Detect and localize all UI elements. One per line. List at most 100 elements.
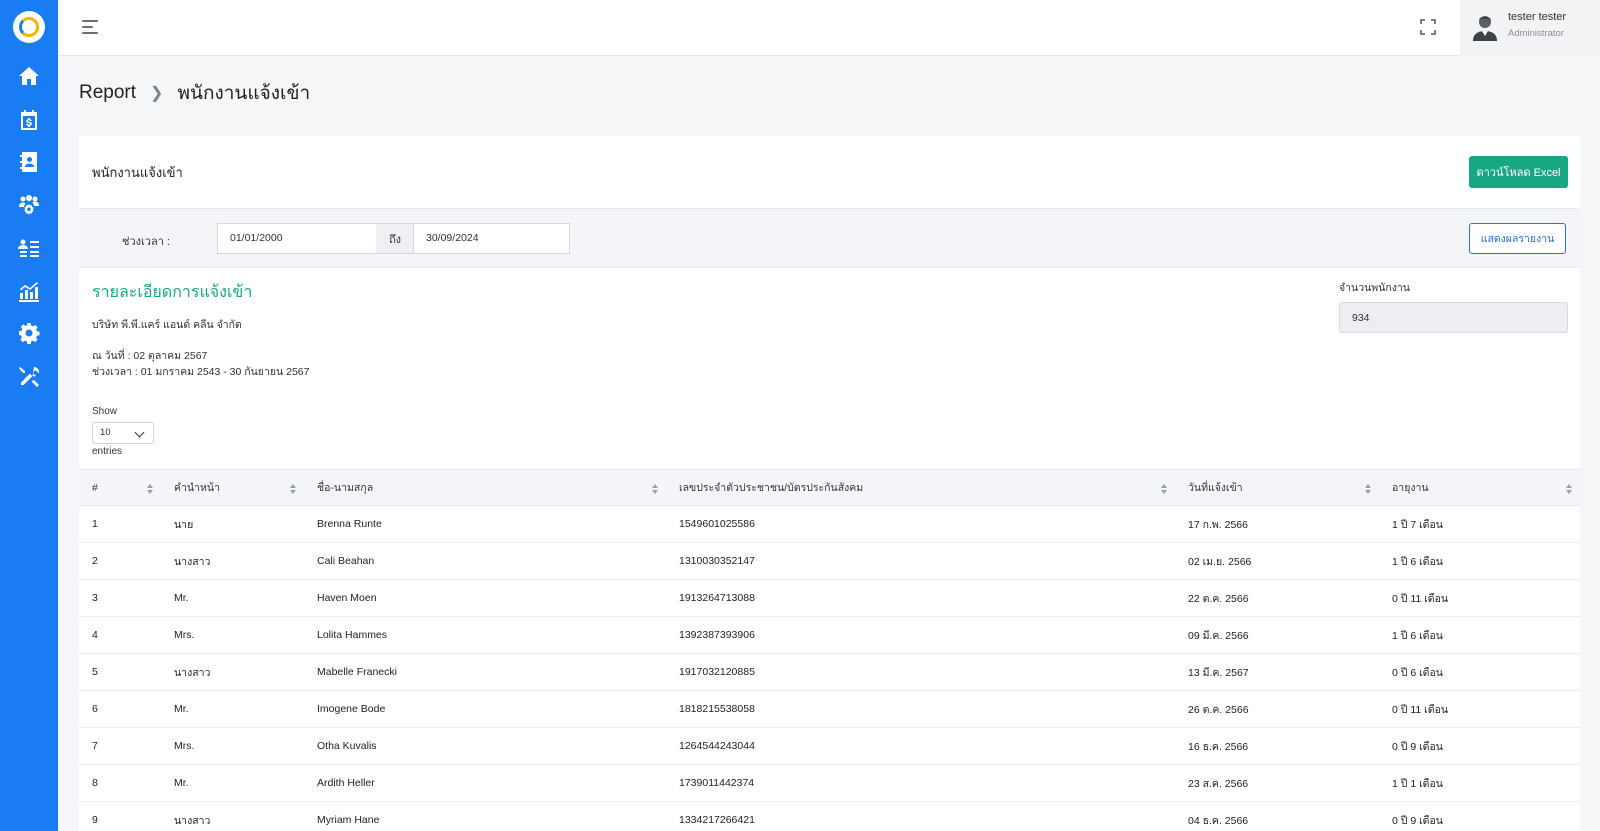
report-card: พนักงานแจ้งเข้า ดาวน์โหลด Excel ช่วงเวลา…: [79, 136, 1580, 831]
sort-icon: [1365, 484, 1371, 494]
cell-tenure: 0 ปี 9 เดือน: [1379, 801, 1580, 831]
column-header-label: วันที่แจ้งเข้า: [1188, 482, 1243, 494]
employee-count-field: 934: [1339, 302, 1568, 333]
cell-join-date: 09 มี.ค. 2566: [1175, 616, 1379, 654]
cell-number: 6: [79, 690, 161, 728]
cell-fullname: Imogene Bode: [304, 690, 666, 728]
cell-tenure: 0 ปี 11 เดือน: [1379, 579, 1580, 617]
tools-icon[interactable]: [17, 365, 41, 389]
cell-join-date: 02 เม.ย. 2566: [1175, 542, 1379, 580]
cell-prefix: นางสาว: [161, 801, 304, 831]
cell-id-number: 1264544243044: [666, 727, 1175, 765]
table-row[interactable]: 6 Mr. Imogene Bode 1818215538058 26 ต.ค. 256…: [79, 690, 1580, 728]
cell-tenure: 0 ปี 9 เดือน: [1379, 727, 1580, 765]
cell-fullname: Mabelle Franecki: [304, 653, 666, 691]
entries-label: entries: [92, 446, 123, 457]
date-from-input[interactable]: 01/01/2000: [217, 223, 377, 254]
cell-number: 9: [79, 801, 161, 831]
cell-number: 4: [79, 616, 161, 654]
user-menu[interactable]: tester tester Administrator: [1460, 0, 1600, 56]
column-header-label: #: [92, 481, 98, 494]
table-row[interactable]: 4 Mrs. Lolita Hammes 1392387393906 09 มี.ค. …: [79, 616, 1580, 654]
chevron-down-icon: [134, 427, 145, 438]
settings-gear-icon[interactable]: [17, 321, 41, 345]
cell-prefix: นาย: [161, 505, 304, 543]
table-row[interactable]: 3 Mr. Haven Moen 1913264713088 22 ต.ค. 2566 0…: [79, 579, 1580, 617]
table-row[interactable]: 8 Mr. Ardith Heller 1739011442374 23 ส.ค. 25…: [79, 764, 1580, 802]
report-chart-icon[interactable]: [17, 279, 41, 303]
cell-join-date: 22 ต.ค. 2566: [1175, 579, 1379, 617]
to-label: ถึง: [376, 223, 414, 254]
cell-id-number: 1913264713088: [666, 579, 1175, 617]
user-role: Administrator: [1508, 28, 1564, 39]
page-size-value: 10: [100, 427, 111, 438]
column-header-label: คำนำหน้า: [174, 482, 220, 494]
sidebar: [0, 0, 58, 831]
cell-tenure: 0 ปี 11 เดือน: [1379, 690, 1580, 728]
column-header-fullname[interactable]: ชื่อ-นามสกุล: [304, 469, 666, 506]
card-title: พนักงานแจ้งเข้า: [92, 165, 183, 180]
cell-id-number: 1917032120885: [666, 653, 1175, 691]
cell-join-date: 17 ก.พ. 2566: [1175, 505, 1379, 543]
cell-id-number: 1818215538058: [666, 690, 1175, 728]
cell-fullname: Otha Kuvalis: [304, 727, 666, 765]
table-row[interactable]: 2 นางสาว Cali Beahan 1310030352147 02 เม.ย. …: [79, 542, 1580, 580]
user-name: tester tester: [1508, 11, 1567, 23]
download-excel-button[interactable]: ดาวน์โหลด Excel: [1469, 156, 1568, 188]
table-row[interactable]: 9 นางสาว Myriam Hane 1334217266421 04 ธ.ค. 2…: [79, 801, 1580, 831]
table-row[interactable]: 7 Mrs. Otha Kuvalis 1264544243044 16 ธ.ค. 25…: [79, 727, 1580, 765]
column-header-prefix[interactable]: คำนำหน้า: [161, 469, 304, 506]
app-logo[interactable]: [13, 11, 45, 43]
cell-fullname: Haven Moen: [304, 579, 666, 617]
cell-number: 5: [79, 653, 161, 691]
period-label: ช่วงเวลา :: [122, 236, 170, 248]
column-header-number[interactable]: #: [79, 469, 161, 506]
cell-prefix: Mrs.: [161, 727, 304, 765]
column-header-label: อายุงาน: [1392, 482, 1429, 494]
table-body: 1 นาย Brenna Runte 1549601025586 17 ก.พ. 256…: [79, 505, 1580, 831]
breadcrumb-report[interactable]: Report: [79, 82, 136, 104]
cell-fullname: Cali Beahan: [304, 542, 666, 580]
cell-prefix: Mr.: [161, 764, 304, 802]
cell-prefix: นางสาว: [161, 542, 304, 580]
sort-icon: [147, 484, 153, 494]
cell-join-date: 04 ธ.ค. 2566: [1175, 801, 1379, 831]
contact-book-icon[interactable]: [17, 150, 41, 174]
calendar-money-icon[interactable]: [17, 108, 41, 132]
date-to-input[interactable]: 30/09/2024: [413, 223, 570, 254]
sort-icon: [1161, 484, 1167, 494]
column-header-join-date[interactable]: วันที่แจ้งเข้า: [1175, 469, 1379, 506]
table-row[interactable]: 1 นาย Brenna Runte 1549601025586 17 ก.พ. 256…: [79, 505, 1580, 543]
cell-join-date: 16 ธ.ค. 2566: [1175, 727, 1379, 765]
employee-list-icon[interactable]: [17, 236, 41, 260]
cell-prefix: Mr.: [161, 690, 304, 728]
team-gear-icon[interactable]: [17, 193, 41, 217]
fullscreen-icon[interactable]: [1420, 19, 1436, 35]
cell-id-number: 1392387393906: [666, 616, 1175, 654]
cell-prefix: Mrs.: [161, 616, 304, 654]
cell-number: 3: [79, 579, 161, 617]
column-header-tenure[interactable]: อายุงาน: [1379, 469, 1580, 506]
column-header-id-number[interactable]: เลขประจำตัวประชาชน/บัตรประกันสังคม: [666, 469, 1175, 506]
logo-mark: [19, 17, 39, 37]
page-size-select[interactable]: 10: [92, 422, 154, 444]
table-row[interactable]: 5 นางสาว Mabelle Franecki 1917032120885 13 ม…: [79, 653, 1580, 691]
cell-fullname: Brenna Runte: [304, 505, 666, 543]
show-report-button[interactable]: แสดงผลรายงาน: [1469, 223, 1566, 254]
breadcrumb: Report ❯ พนักงานแจ้งเข้า: [79, 78, 310, 108]
as-of-date: ณ วันที่ : 02 ตุลาคม 2567: [92, 350, 208, 362]
cell-id-number: 1739011442374: [666, 764, 1175, 802]
home-icon[interactable]: [17, 64, 41, 88]
sort-icon: [290, 484, 296, 494]
company-name: บริษัท พี.พี.แคร์ แอนด์ คลีน จำกัด: [92, 319, 242, 331]
sort-icon: [1566, 484, 1572, 494]
cell-number: 1: [79, 505, 161, 543]
filter-bar: ช่วงเวลา : 01/01/2000 ถึง 30/09/2024 แสด…: [79, 208, 1580, 268]
menu-toggle-icon[interactable]: [82, 20, 98, 34]
employee-table: # คำนำหน้า ชื่อ-นามสกุล เลขประจำตัวประชา…: [79, 469, 1580, 831]
cell-join-date: 13 มี.ค. 2567: [1175, 653, 1379, 691]
cell-tenure: 1 ปี 1 เดือน: [1379, 764, 1580, 802]
column-header-label: ชื่อ-นามสกุล: [317, 482, 374, 494]
cell-prefix: นางสาว: [161, 653, 304, 691]
cell-number: 2: [79, 542, 161, 580]
